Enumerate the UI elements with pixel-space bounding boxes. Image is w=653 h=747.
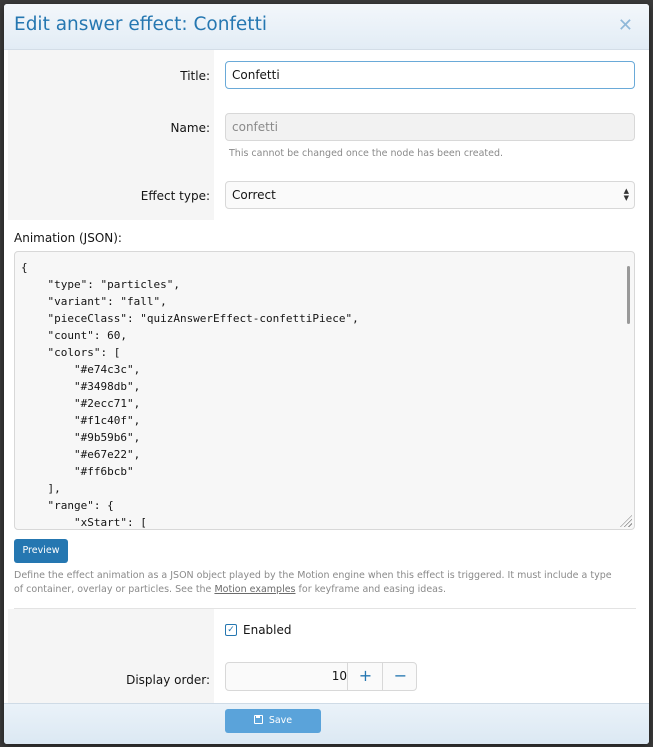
- code-line: "#9b59b6",: [21, 431, 141, 444]
- code-line: "#e74c3c",: [21, 363, 141, 376]
- save-button[interactable]: Save: [225, 709, 321, 733]
- code-line: "type": "particles",: [21, 278, 180, 291]
- label-column: Name:: [8, 102, 214, 172]
- animation-json-textarea[interactable]: { "type": "particles", "variant": "fall"…: [14, 251, 635, 530]
- effect-type-value: Correct: [232, 188, 276, 202]
- effect-type-label: Effect type:: [140, 189, 210, 203]
- resize-handle-icon[interactable]: [620, 515, 632, 527]
- decrement-button[interactable]: −: [382, 663, 418, 690]
- dialog-footer: Save: [4, 703, 649, 744]
- dialog-header: Edit answer effect: Confetti ✕: [4, 4, 649, 50]
- label-column: Display order:: [8, 609, 214, 703]
- display-order-label: Display order:: [126, 673, 210, 687]
- code-line: "#e67e22",: [21, 448, 141, 461]
- code-line: "colors": [: [21, 346, 121, 359]
- display-order-input[interactable]: 10: [226, 663, 347, 690]
- name-label: Name:: [170, 121, 210, 135]
- title-row: Title: Confetti: [8, 50, 636, 102]
- title-input[interactable]: Confetti: [225, 61, 635, 89]
- name-input[interactable]: confetti: [225, 113, 635, 141]
- save-icon: [253, 715, 263, 724]
- effect-type-row: Effect type: Correct ▲ ▼: [8, 172, 636, 220]
- code-line: "#3498db",: [21, 380, 141, 393]
- label-column: Effect type:: [8, 172, 214, 220]
- code-line: "#f1c40f",: [21, 414, 141, 427]
- code-line: "range": {: [21, 499, 114, 512]
- title-label: Title:: [180, 69, 210, 83]
- select-arrows-icon: ▲ ▼: [623, 187, 629, 202]
- label-column: Title:: [8, 50, 214, 102]
- code-line: "pieceClass": "quizAnswerEffect-confetti…: [21, 312, 359, 325]
- edit-answer-effect-dialog: Edit answer effect: Confetti ✕ Title: Co…: [4, 4, 649, 744]
- preview-button[interactable]: Preview: [14, 539, 68, 563]
- code-line: "#ff6bcb": [21, 465, 134, 478]
- animation-json-content: { "type": "particles", "variant": "fall"…: [21, 259, 359, 529]
- code-line: "xStart": [: [21, 516, 147, 529]
- name-hint: This cannot be changed once the node has…: [229, 148, 504, 159]
- code-line: "#2ecc71",: [21, 397, 141, 410]
- animation-explanation: Define the effect animation as a JSON ob…: [14, 569, 614, 597]
- save-label: Save: [268, 715, 293, 726]
- close-icon[interactable]: ✕: [618, 15, 633, 36]
- check-icon: ✓: [227, 625, 235, 635]
- increment-button[interactable]: +: [347, 663, 383, 690]
- textarea-scrollbar[interactable]: [627, 266, 630, 324]
- animation-label: Animation (JSON):: [14, 231, 122, 245]
- code-line: {: [21, 261, 28, 274]
- explain-text-end: for keyframe and easing ideas.: [295, 584, 446, 595]
- enabled-checkbox[interactable]: ✓: [225, 624, 237, 636]
- name-row: Name: confetti This cannot be changed on…: [8, 102, 636, 172]
- effect-type-select[interactable]: Correct ▲ ▼: [225, 181, 635, 209]
- enabled-label[interactable]: Enabled: [243, 623, 292, 637]
- display-order-stepper: 10 + −: [225, 662, 417, 691]
- code-line: "variant": "fall",: [21, 295, 167, 308]
- code-line: ],: [21, 482, 61, 495]
- dialog-title: Edit answer effect: Confetti: [14, 14, 267, 35]
- code-line: "count": 60,: [21, 329, 127, 342]
- motion-examples-link[interactable]: Motion examples: [214, 584, 295, 595]
